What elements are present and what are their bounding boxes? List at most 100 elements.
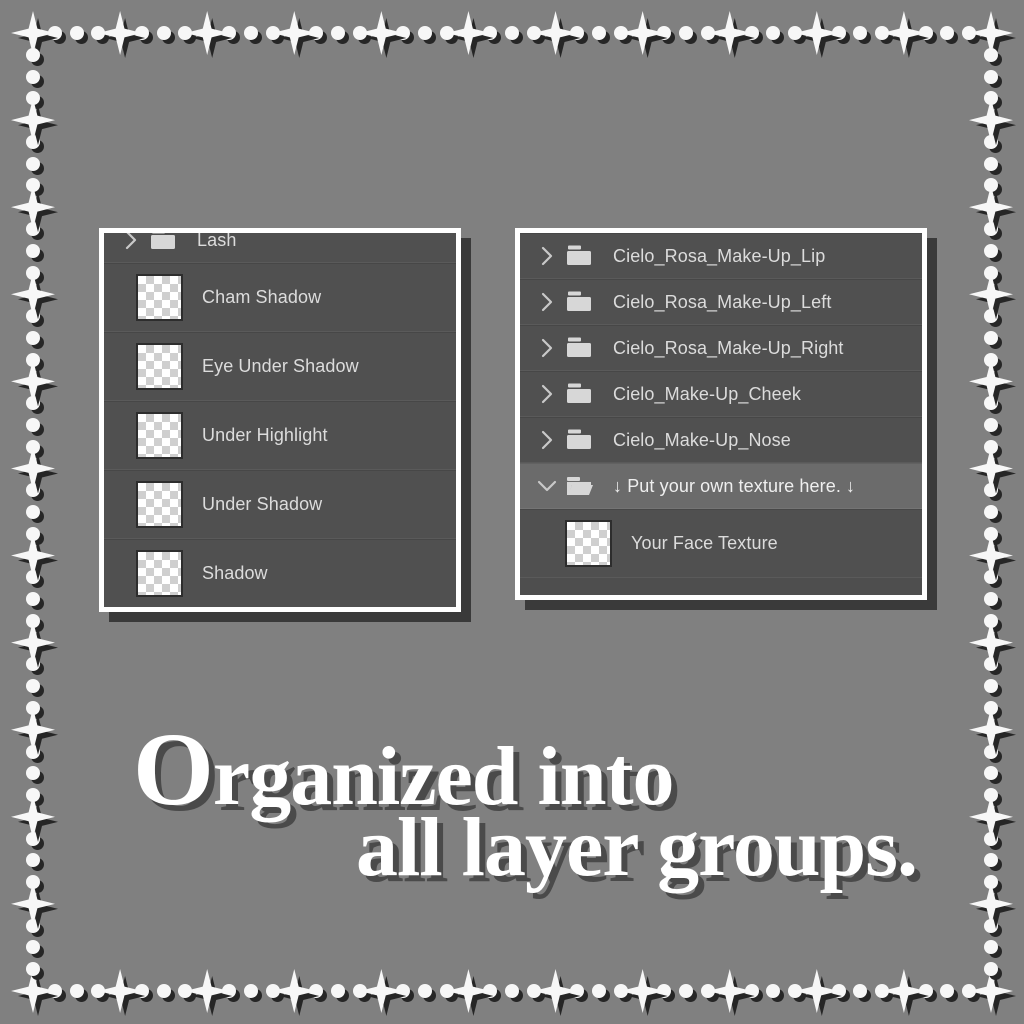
layer-row[interactable]: Eye Under Shadow xyxy=(104,332,456,401)
border-dot-icon xyxy=(483,984,502,1002)
border-dot-icon xyxy=(679,26,698,44)
chevron-right-icon[interactable] xyxy=(534,246,560,266)
border-dot-icon xyxy=(309,984,328,1002)
border-dot-icon xyxy=(984,788,1002,807)
border-dot-icon xyxy=(439,984,458,1002)
border-dot-icon xyxy=(26,526,44,545)
layer-name-label: Cham Shadow xyxy=(202,287,322,307)
layer-group-row[interactable]: Cielo_Rosa_Make-Up_Right xyxy=(520,325,922,371)
border-dot-icon xyxy=(984,744,1002,763)
border-dot-icon xyxy=(570,26,589,44)
border-star-icon xyxy=(11,359,58,407)
layer-row[interactable]: Your Face Texture xyxy=(520,509,922,578)
border-star-icon xyxy=(969,98,1016,146)
border-dot-icon xyxy=(984,178,1002,197)
layer-group-row[interactable]: Cielo_Make-Up_Cheek xyxy=(520,371,922,417)
layer-row[interactable]: Cham Shadow xyxy=(104,263,456,332)
folder-closed-icon xyxy=(562,290,596,314)
border-dot-icon xyxy=(526,984,545,1002)
border-star-icon xyxy=(11,969,58,1016)
layer-group-row[interactable]: Cielo_Rosa_Make-Up_Lip xyxy=(520,233,922,279)
layer-thumbnail[interactable] xyxy=(136,481,183,528)
border-star-icon xyxy=(969,359,1016,407)
border-dot-icon xyxy=(700,26,719,44)
border-dot-icon xyxy=(984,134,1002,153)
border-dot-icon xyxy=(592,984,611,1002)
folder-closed-icon xyxy=(562,428,596,452)
border-star-icon xyxy=(11,98,58,146)
border-dot-icon xyxy=(984,265,1002,284)
layer-group-row[interactable]: Cielo_Rosa_Make-Up_Left xyxy=(520,279,922,325)
border-dot-icon xyxy=(831,26,850,44)
border-dot-icon xyxy=(766,26,785,44)
layer-thumbnail[interactable] xyxy=(136,274,183,321)
border-dot-icon xyxy=(984,962,1002,981)
layer-row[interactable]: Under Highlight xyxy=(104,401,456,470)
chevron-right-icon[interactable] xyxy=(118,233,144,250)
border-dot-icon xyxy=(918,984,937,1002)
chevron-right-icon[interactable] xyxy=(534,384,560,404)
layer-name-label: Cielo_Make-Up_Cheek xyxy=(613,383,801,404)
chevron-down-icon[interactable] xyxy=(534,479,560,493)
layers-panel-left[interactable]: Lash Cham Shadow Eye Under Shadow Under Hig… xyxy=(99,228,471,622)
layer-name-label: Shadow xyxy=(202,563,268,583)
border-dot-icon xyxy=(984,330,1002,349)
layer-row[interactable]: Under Shadow xyxy=(104,470,456,539)
border-dot-icon xyxy=(26,788,44,807)
layer-group-row[interactable]: Lash xyxy=(104,233,456,263)
border-dot-icon xyxy=(984,69,1002,88)
chevron-right-icon[interactable] xyxy=(534,430,560,450)
border-dot-icon xyxy=(26,47,44,66)
border-dot-icon xyxy=(26,134,44,153)
border-star-icon xyxy=(185,11,233,58)
border-dot-icon xyxy=(962,984,981,1002)
layer-row-list[interactable]: Lash Cham Shadow Eye Under Shadow Under Hig… xyxy=(104,233,456,607)
border-dot-icon xyxy=(526,26,545,44)
border-dot-icon xyxy=(700,984,719,1002)
layer-row-list[interactable]: Cielo_Rosa_Make-Up_Lip Cielo_Rosa_Make-Up… xyxy=(520,233,922,595)
layer-thumbnail[interactable] xyxy=(565,520,612,567)
border-dot-icon xyxy=(26,700,44,719)
border-dot-icon xyxy=(69,984,88,1002)
border-dot-icon xyxy=(243,984,262,1002)
border-dot-icon xyxy=(613,984,632,1002)
border-star-icon xyxy=(620,11,668,58)
border-dot-icon xyxy=(984,875,1002,894)
border-star-icon xyxy=(11,446,58,494)
border-star-icon xyxy=(11,620,58,668)
border-dot-icon xyxy=(657,984,676,1002)
chevron-right-icon[interactable] xyxy=(534,338,560,358)
chevron-right-icon[interactable] xyxy=(534,292,560,312)
border-dot-icon xyxy=(984,766,1002,785)
border-star-icon xyxy=(969,446,1016,494)
border-star-icon xyxy=(707,969,755,1016)
border-star-icon xyxy=(969,11,1016,58)
border-dot-icon xyxy=(26,962,44,981)
border-star-icon xyxy=(446,969,494,1016)
layer-thumbnail[interactable] xyxy=(136,343,183,390)
border-dot-icon xyxy=(26,91,44,110)
layer-row[interactable]: Shadow xyxy=(104,539,456,607)
border-dot-icon xyxy=(570,984,589,1002)
border-star-icon xyxy=(969,533,1016,581)
layers-panel-right[interactable]: Cielo_Rosa_Make-Up_Lip Cielo_Rosa_Make-Up… xyxy=(515,228,937,610)
layer-group-row[interactable]: Cielo_Make-Up_Nose xyxy=(520,417,922,463)
border-dot-icon xyxy=(91,26,110,44)
border-dot-icon xyxy=(417,26,436,44)
border-dot-icon xyxy=(984,352,1002,371)
border-star-icon xyxy=(446,11,494,58)
border-dot-icon xyxy=(984,679,1002,698)
border-star-icon xyxy=(98,969,146,1016)
border-dot-icon xyxy=(831,984,850,1002)
border-dot-icon xyxy=(221,984,240,1002)
border-dot-icon xyxy=(592,26,611,44)
layer-group-row[interactable]: ↓ Put your own texture here. ↓ xyxy=(520,463,922,509)
border-dot-icon xyxy=(788,26,807,44)
layer-thumbnail[interactable] xyxy=(136,550,183,597)
layer-name-label: Under Highlight xyxy=(202,425,328,445)
border-star-icon xyxy=(359,11,407,58)
layer-name-label: Cielo_Rosa_Make-Up_Left xyxy=(613,291,832,312)
border-star-icon xyxy=(969,881,1016,929)
layer-thumbnail[interactable] xyxy=(136,412,183,459)
border-dot-icon xyxy=(26,69,44,88)
